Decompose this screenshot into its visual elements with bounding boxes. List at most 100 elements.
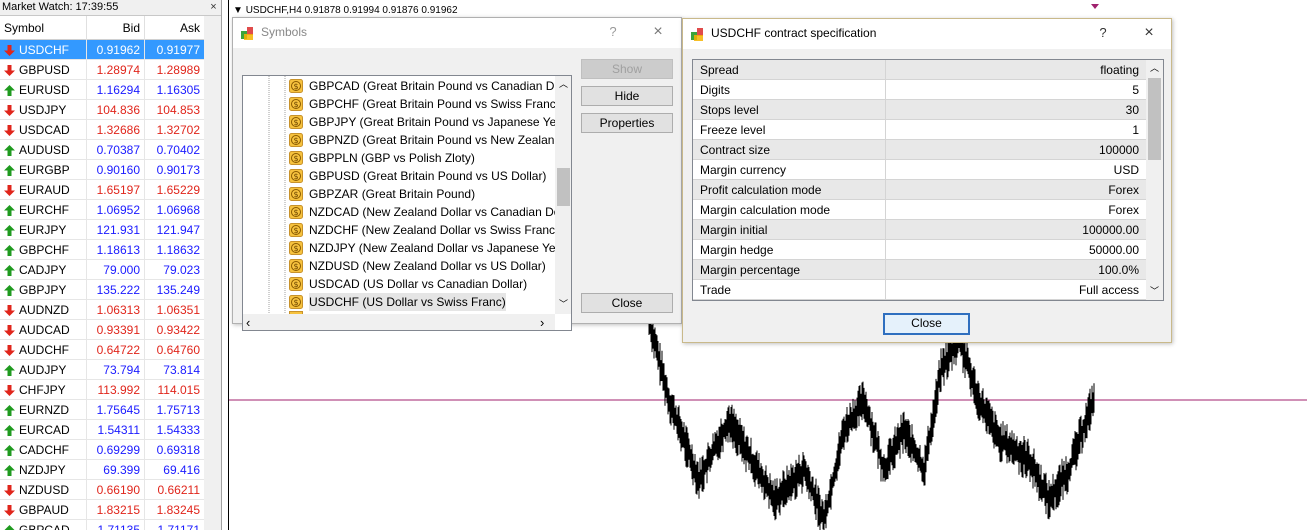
market-watch-row[interactable]: AUDUSD 0.70387 0.70402 [0, 140, 204, 160]
symbols-close-button[interactable]: Close [581, 293, 673, 313]
bid-price: 0.66190 [86, 480, 142, 500]
show-button[interactable]: Show [581, 59, 673, 79]
dollar-coin-icon: $ [289, 169, 303, 183]
market-watch-row[interactable]: GBPCAD 1.71135 1.71171 [0, 520, 204, 530]
arrow-down-icon [4, 125, 15, 136]
symbol-tree-item[interactable]: $ NZDUSD (New Zealand Dollar vs US Dollar… [243, 257, 555, 275]
hide-button[interactable]: Hide [581, 86, 673, 106]
specification-row: Spread floating [693, 60, 1146, 80]
market-watch-row[interactable]: USDJPY 104.836 104.853 [0, 100, 204, 120]
ask-price: 69.416 [144, 460, 202, 480]
market-watch-row[interactable]: GBPJPY 135.222 135.249 [0, 280, 204, 300]
svg-text:$: $ [293, 118, 298, 127]
column-header-bid[interactable]: Bid [86, 16, 140, 40]
column-header-symbol[interactable]: Symbol [4, 16, 84, 40]
symbol-tree-item[interactable]: $ GBPCAD (Great Britain Pound vs Canadian… [243, 77, 571, 95]
spec-property-name: Trade [700, 283, 731, 297]
scroll-up-icon[interactable]: ︿ [557, 78, 570, 90]
bid-price: 1.28974 [86, 60, 142, 80]
symbol-description: (Great Britain Pound vs Japanese Yen) [359, 115, 567, 129]
bid-price: 1.06952 [86, 200, 142, 220]
scroll-down-icon[interactable]: ﹀ [557, 298, 570, 310]
close-button[interactable]: × [1139, 24, 1159, 42]
symbol-tree-item[interactable]: $ GBPJPY (Great Britain Pound vs Japanese… [243, 113, 567, 131]
market-watch-row[interactable]: EURJPY 121.931 121.947 [0, 220, 204, 240]
svg-text:$: $ [293, 226, 298, 235]
symbol-name: GBPJPY [19, 283, 67, 297]
properties-button[interactable]: Properties [581, 113, 673, 133]
column-divider [885, 60, 886, 80]
column-header-ask[interactable]: Ask [144, 16, 200, 40]
market-watch-row[interactable]: EURUSD 1.16294 1.16305 [0, 80, 204, 100]
scroll-right-icon[interactable]: › [540, 316, 552, 329]
market-watch-row[interactable]: CHFJPY 113.992 114.015 [0, 380, 204, 400]
symbol-name: USDCAD [19, 123, 70, 137]
bid-price: 104.836 [86, 100, 142, 120]
market-watch-row[interactable]: GBPUSD 1.28974 1.28989 [0, 60, 204, 80]
scroll-thumb[interactable] [1148, 78, 1161, 160]
symbol-tree-item[interactable]: $ USDCAD (US Dollar vs Canadian Dollar) [243, 275, 555, 293]
market-watch-row[interactable]: NZDJPY 69.399 69.416 [0, 460, 204, 480]
svg-text:$: $ [293, 298, 298, 307]
bid-price: 0.69299 [86, 440, 142, 460]
arrow-down-icon [4, 505, 15, 516]
symbol-tree-item[interactable]: $ GBPZAR (Great Britain Pound) [243, 185, 555, 203]
help-button[interactable]: ? [603, 23, 623, 41]
symbol-tree-item[interactable]: $ GBPNZD (Great Britain Pound vs New Zeal… [243, 131, 571, 149]
symbol-description: (US Dollar vs Swiss Franc) [362, 295, 506, 309]
symbol-description: (Great Britain Pound) [361, 187, 476, 201]
spec-vertical-scrollbar[interactable]: ︿ ﹀ [1146, 60, 1163, 300]
symbol-code: GBPJPY [309, 115, 357, 129]
symbol-tree-item[interactable]: $ NZDCAD (New Zealand Dollar vs Canadian … [243, 203, 571, 221]
symbol-tree-item[interactable]: $ NZDCHF (New Zealand Dollar vs Swiss Fra… [243, 221, 559, 239]
column-divider [885, 240, 886, 260]
symbol-tree-label: NZDJPY (New Zealand Dollar vs Japanese Y… [309, 239, 566, 257]
spec-dialog-title: USDCHF contract specification [711, 26, 877, 40]
symbol-name: USDCHF [19, 43, 69, 57]
spec-dialog-titlebar[interactable]: USDCHF contract specification ? × [683, 19, 1171, 49]
spec-close-button[interactable]: Close [883, 313, 970, 335]
symbol-name: AUDNZD [19, 303, 69, 317]
scroll-up-icon[interactable]: ︿ [1148, 62, 1161, 74]
scroll-thumb[interactable] [557, 168, 570, 206]
symbol-tree-label: GBPCAD (Great Britain Pound vs Canadian … [309, 77, 571, 95]
tree-horizontal-scrollbar[interactable]: ‹ › [243, 314, 555, 330]
symbol-tree-label: GBPJPY (Great Britain Pound vs Japanese … [309, 113, 567, 131]
svg-text:$: $ [293, 190, 298, 199]
specification-row: Margin currency USD [693, 160, 1146, 180]
symbol-tree-item[interactable]: $ GBPUSD (Great Britain Pound vs US Dolla… [243, 167, 555, 185]
symbol-tree-item[interactable]: $ GBPCHF (Great Britain Pound vs Swiss Fr… [243, 95, 560, 113]
scroll-left-icon[interactable]: ‹ [246, 316, 258, 329]
close-button[interactable]: × [648, 23, 668, 41]
symbols-app-icon [241, 27, 253, 40]
market-watch-row[interactable]: USDCAD 1.32686 1.32702 [0, 120, 204, 140]
scroll-down-icon[interactable]: ﹀ [1148, 285, 1161, 297]
symbol-tree-item[interactable]: $ GBPPLN (GBP vs Polish Zloty) [243, 149, 555, 167]
symbol-code: GBPCHF [309, 97, 360, 111]
market-watch-row[interactable]: EURGBP 0.90160 0.90173 [0, 160, 204, 180]
market-watch-row[interactable]: AUDCHF 0.64722 0.64760 [0, 340, 204, 360]
market-watch-row[interactable]: GBPCHF 1.18613 1.18632 [0, 240, 204, 260]
market-watch-row[interactable]: CADJPY 79.000 79.023 [0, 260, 204, 280]
tree-vertical-scrollbar[interactable]: ︿ ﹀ [555, 76, 571, 314]
symbols-dialog-titlebar[interactable]: Symbols ? × [233, 18, 681, 48]
market-watch-row[interactable]: EURAUD 1.65197 1.65229 [0, 180, 204, 200]
market-watch-row[interactable]: AUDCAD 0.93391 0.93422 [0, 320, 204, 340]
market-watch-row[interactable]: EURCAD 1.54311 1.54333 [0, 420, 204, 440]
symbol-tree-item[interactable]: $ USDCHF (US Dollar vs Swiss Franc) [243, 293, 555, 311]
market-watch-row[interactable]: CADCHF 0.69299 0.69318 [0, 440, 204, 460]
close-icon[interactable]: × [208, 2, 219, 13]
market-watch-row[interactable]: NZDUSD 0.66190 0.66211 [0, 480, 204, 500]
market-watch-row[interactable]: AUDNZD 1.06313 1.06351 [0, 300, 204, 320]
market-watch-row[interactable]: EURCHF 1.06952 1.06968 [0, 200, 204, 220]
market-watch-scrollbar[interactable] [204, 16, 221, 530]
market-watch-row[interactable]: GBPAUD 1.83215 1.83245 [0, 500, 204, 520]
market-watch-row[interactable]: AUDJPY 73.794 73.814 [0, 360, 204, 380]
symbol-code: NZDCHF [309, 223, 359, 237]
market-watch-row[interactable]: EURNZD 1.75645 1.75713 [0, 400, 204, 420]
help-button[interactable]: ? [1093, 24, 1113, 42]
market-watch-row[interactable]: USDCHF 0.91962 0.91977 [0, 40, 204, 60]
symbol-tree-item[interactable]: $ NZDJPY (New Zealand Dollar vs Japanese … [243, 239, 566, 257]
bid-price: 0.93391 [86, 320, 142, 340]
spec-property-value: floating [1100, 63, 1139, 77]
